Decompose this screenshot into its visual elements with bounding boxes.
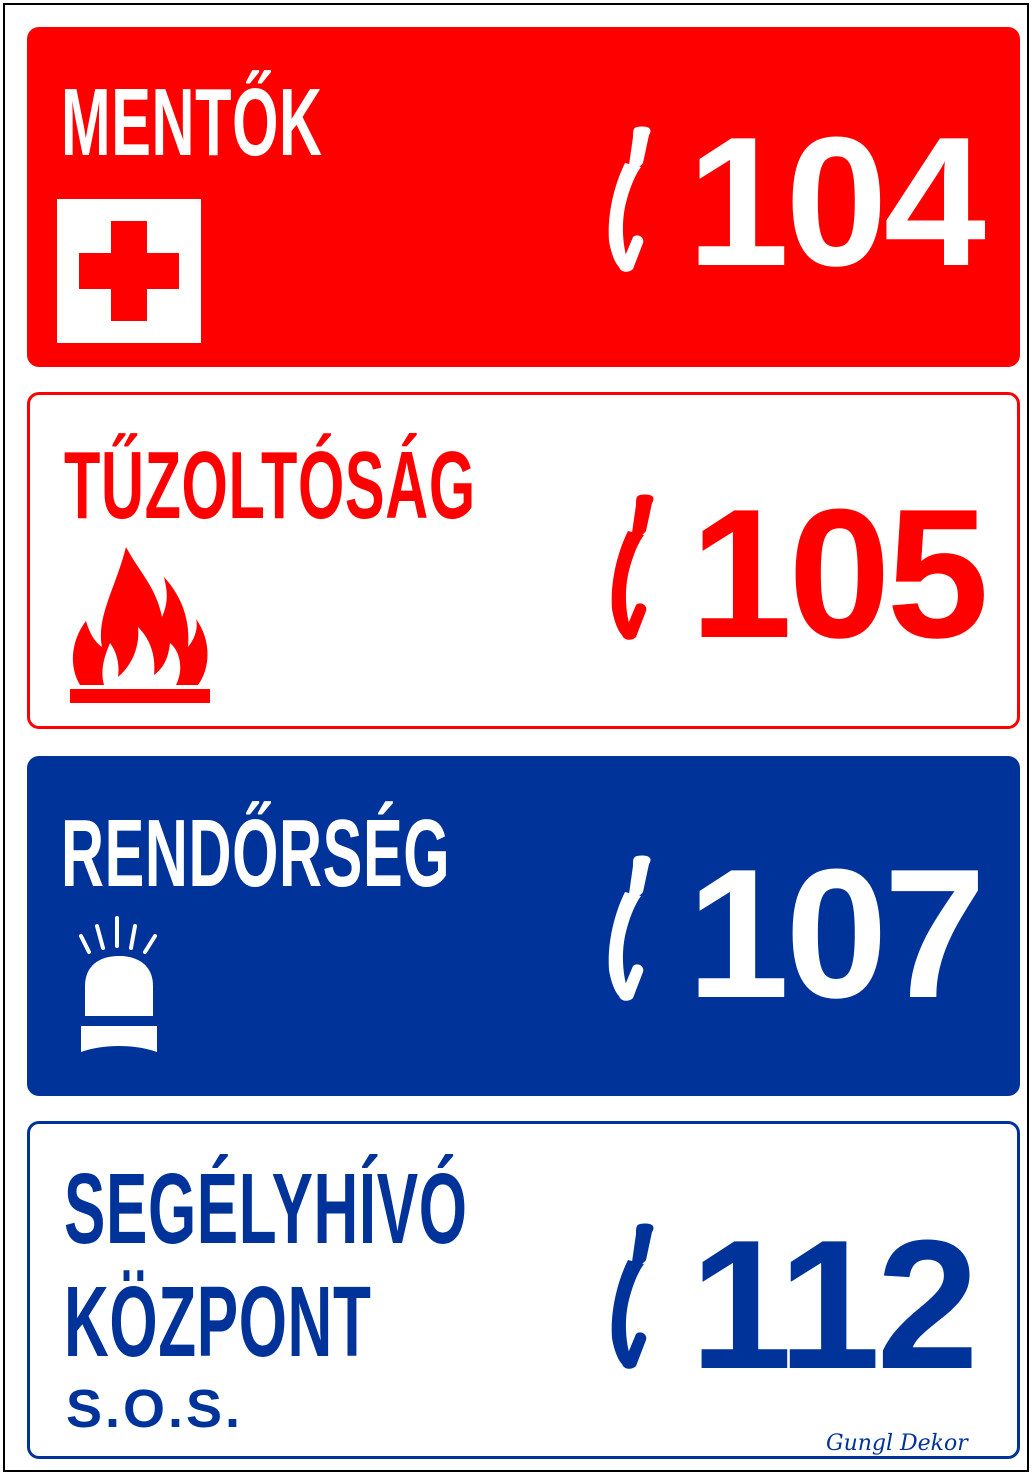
ambulance-title: MENTŐK — [61, 69, 323, 176]
phone-icon — [608, 855, 651, 1001]
fire-panel: TŰZOLTÓSÁG 105 — [27, 392, 1020, 729]
emergency-number: 112 — [690, 1201, 979, 1407]
emergency-panel: SEGÉLYHÍVÓ KÖZPONT S.O.S. 112 Gungl Deko… — [27, 1121, 1020, 1459]
sos-subtitle: S.O.S. — [66, 1379, 244, 1439]
sign-frame: MENTŐK 104 TŰZOLTÓSÁG 105 RENDŐRSÉG 107 … — [3, 3, 1029, 1472]
ambulance-panel: MENTŐK 104 — [27, 27, 1020, 367]
police-number: 107 — [687, 830, 986, 1036]
red-cross-icon — [57, 199, 201, 343]
ambulance-number: 104 — [687, 98, 986, 304]
emergency-title-line2: KÖZPONT — [64, 1266, 372, 1378]
police-panel: RENDŐRSÉG 107 — [27, 756, 1020, 1096]
emergency-title-line1: SEGÉLYHÍVÓ — [64, 1153, 468, 1265]
fire-number: 105 — [690, 470, 989, 676]
flame-icon — [70, 547, 210, 703]
police-beacon-icon — [79, 916, 157, 1052]
brand-signature: Gungl Dekor — [820, 1433, 974, 1455]
phone-icon — [611, 494, 654, 640]
police-title: RENDŐRSÉG — [61, 800, 451, 907]
fire-title: TŰZOLTÓSÁG — [64, 432, 476, 539]
phone-icon — [608, 126, 651, 272]
phone-icon — [611, 1223, 654, 1369]
